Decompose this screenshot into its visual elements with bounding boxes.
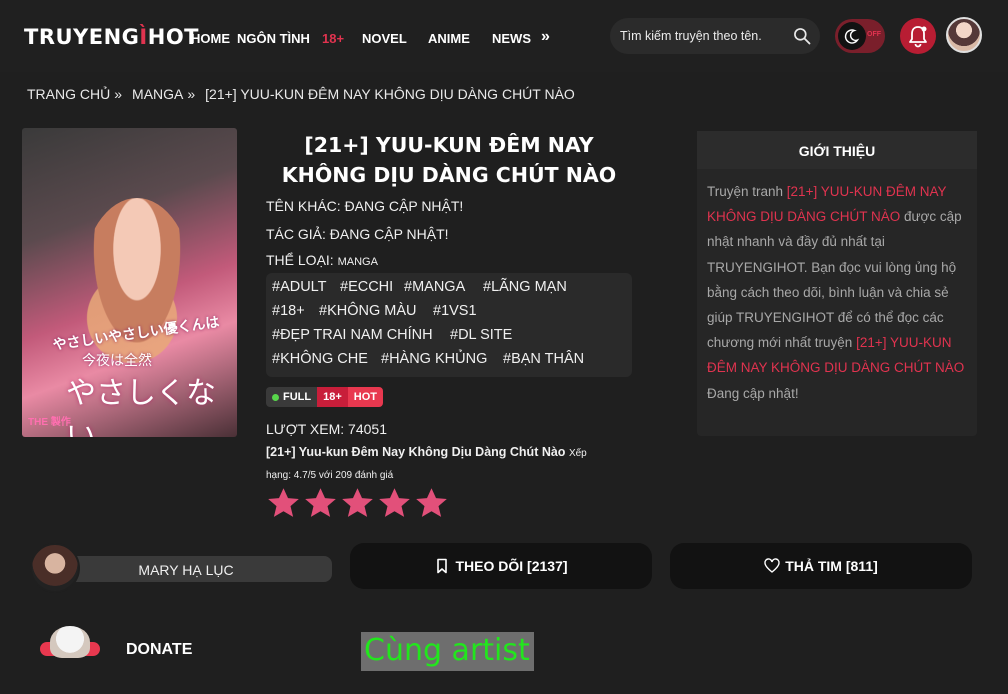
bell-icon bbox=[909, 26, 927, 48]
genre-label: THỂ LOẠI: bbox=[266, 252, 334, 268]
like-button[interactable]: THẢ TIM [811] bbox=[670, 543, 972, 589]
rating-summary: [21+] Yuu-kun Đêm Nay Không Dịu Dàng Chú… bbox=[266, 442, 631, 486]
search-input[interactable] bbox=[610, 18, 782, 54]
intro-heading: GIỚI THIỆU bbox=[697, 131, 977, 169]
tag-ecchi[interactable]: #ECCHI bbox=[340, 279, 393, 295]
search-box bbox=[610, 18, 820, 54]
bookmark-icon bbox=[437, 558, 448, 574]
toggle-state-label: OFF bbox=[867, 31, 881, 38]
breadcrumb-separator-icon: » bbox=[187, 86, 196, 102]
nav-more-icon[interactable]: » bbox=[541, 28, 550, 46]
status-full-badge: FULL bbox=[266, 387, 318, 407]
user-avatar[interactable] bbox=[946, 17, 982, 53]
star-icon[interactable] bbox=[340, 486, 375, 521]
breadcrumb-separator-icon: » bbox=[114, 86, 123, 102]
cover-title-line3: やさしくない bbox=[66, 376, 216, 437]
nav-ngon-tinh[interactable]: NGÔN TÌNH bbox=[237, 31, 310, 46]
genre-link[interactable]: MANGA bbox=[338, 256, 378, 268]
manga-cover-image: やさしいやさしい優くんは 今夜は全然 やさしくない THE 製作 bbox=[22, 128, 237, 437]
toggle-knob bbox=[838, 22, 866, 50]
donate-mascot-icon bbox=[50, 626, 90, 658]
status-hot-badge: HOT bbox=[347, 387, 384, 407]
intro-update-status: Đang cập nhật! bbox=[707, 385, 799, 401]
star-icon[interactable] bbox=[303, 486, 338, 521]
breadcrumb-home[interactable]: TRANG CHỦ bbox=[27, 86, 110, 102]
tag-adult[interactable]: #ADULT bbox=[272, 279, 327, 295]
like-button-label: THẢ TIM [811] bbox=[785, 558, 878, 574]
tag-ban-than[interactable]: #BẠN THÂN bbox=[503, 351, 584, 367]
nav-news[interactable]: NEWS bbox=[492, 31, 531, 46]
intro-text-part: Truyện tranh bbox=[707, 184, 787, 199]
same-artist-heading: Cùng artist bbox=[361, 632, 534, 671]
tag-dl-site[interactable]: #DL SITE bbox=[450, 327, 512, 343]
notification-button[interactable] bbox=[900, 18, 936, 54]
tag-18plus[interactable]: #18+ bbox=[272, 303, 305, 319]
status-badges: FULL 18+ HOT bbox=[266, 387, 384, 407]
intro-card: GIỚI THIỆU Truyện tranh [21+] YUU-KUN ĐÊ… bbox=[697, 131, 977, 436]
view-count: LƯỢT XEM: 74051 bbox=[266, 421, 387, 437]
tag-lang-man[interactable]: #LÃNG MẠN bbox=[483, 279, 567, 295]
tag-dep-trai-nam-chinh[interactable]: #ĐẸP TRAI NAM CHÍNH bbox=[272, 327, 433, 343]
status-age-badge: 18+ bbox=[317, 387, 348, 407]
author: TÁC GIẢ: ĐANG CẬP NHẬT! bbox=[266, 226, 449, 242]
site-logo[interactable]: TRUYENGÌHOT bbox=[24, 25, 199, 49]
heart-icon bbox=[764, 558, 780, 573]
tag-manga[interactable]: #MANGA bbox=[404, 279, 465, 295]
rating-stars bbox=[266, 486, 449, 521]
site-header: TRUYENGÌHOT HOME NGÔN TÌNH 18+ NOVEL ANI… bbox=[0, 0, 1008, 72]
nav-home[interactable]: HOME bbox=[191, 31, 230, 46]
follow-button-label: THEO DÕI [2137] bbox=[455, 558, 568, 574]
tag-1vs1[interactable]: #1VS1 bbox=[433, 303, 477, 319]
nav-18plus[interactable]: 18+ bbox=[322, 31, 344, 46]
star-icon[interactable] bbox=[266, 486, 301, 521]
search-icon[interactable] bbox=[792, 26, 812, 46]
tag-khong-che[interactable]: #KHÔNG CHE bbox=[272, 351, 368, 367]
cover-publisher-badge: THE 製作 bbox=[28, 417, 71, 428]
tag-list: #ADULT #ECCHI #MANGA #LÃNG MẠN #18+ #KHÔ… bbox=[266, 273, 632, 377]
status-dot-icon bbox=[272, 393, 279, 401]
uploader-avatar[interactable] bbox=[30, 543, 80, 593]
nav-anime[interactable]: ANIME bbox=[428, 31, 470, 46]
dark-mode-toggle[interactable]: OFF bbox=[835, 19, 885, 53]
other-name: TÊN KHÁC: ĐANG CẬP NHẬT! bbox=[266, 198, 464, 214]
rating-word: Xếp bbox=[568, 448, 587, 459]
follow-button[interactable]: THEO DÕI [2137] bbox=[350, 543, 652, 589]
star-icon[interactable] bbox=[377, 486, 412, 521]
intro-text-part: được cập nhật nhanh và đầy đủ nhất tại T… bbox=[707, 209, 962, 351]
manga-title: [21+] YUU-KUN ĐÊM NAY KHÔNG DỊU DÀNG CHÚ… bbox=[281, 133, 617, 187]
donate-label[interactable]: DONATE bbox=[126, 641, 192, 659]
breadcrumb: TRANG CHỦ» MANGA» [21+] YUU-KUN ĐÊM NAY KH… bbox=[27, 86, 579, 102]
nav-novel[interactable]: NOVEL bbox=[362, 31, 407, 46]
rating-title: [21+] Yuu-kun Đêm Nay Không Dịu Dàng Chú… bbox=[266, 445, 566, 459]
cover-title-line2: 今夜は全然 bbox=[82, 352, 152, 368]
intro-text: Truyện tranh [21+] YUU-KUN ĐÊM NAY KHÔNG… bbox=[707, 179, 969, 406]
tag-hang-khung[interactable]: #HÀNG KHỦNG bbox=[381, 351, 487, 367]
rating-detail: hạng: 4.7/5 với 209 đánh giá bbox=[266, 470, 394, 481]
uploader-name[interactable]: MARY HẠ LỤC bbox=[40, 562, 332, 578]
moon-icon bbox=[844, 29, 860, 44]
status-full-label: FULL bbox=[283, 391, 312, 403]
breadcrumb-manga[interactable]: MANGA bbox=[132, 86, 183, 102]
tag-khong-mau[interactable]: #KHÔNG MÀU bbox=[319, 303, 417, 319]
genre: THỂ LOẠI: MANGA bbox=[266, 252, 378, 268]
logo-text-1: TRUYENG bbox=[24, 25, 140, 49]
star-icon[interactable] bbox=[414, 486, 449, 521]
breadcrumb-current: [21+] YUU-KUN ĐÊM NAY KHÔNG DỊU DÀNG CHÚ… bbox=[205, 86, 575, 102]
logo-text-accent: Ì bbox=[139, 25, 148, 49]
